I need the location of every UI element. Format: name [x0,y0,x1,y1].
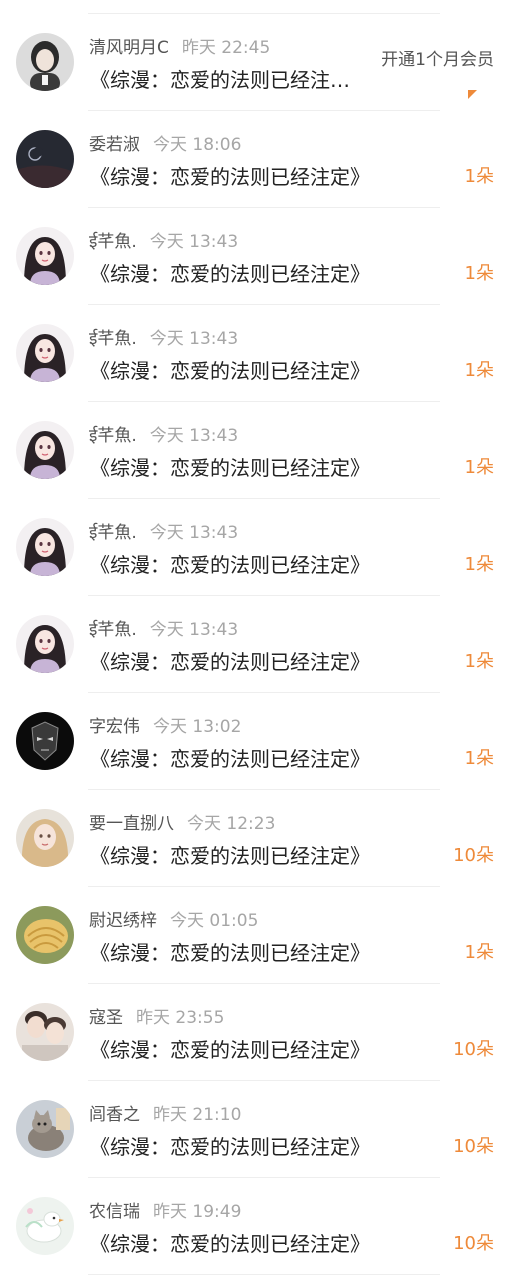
flower-count: 1朵 [464,457,494,478]
timestamp: 今天 13:43 [149,329,239,349]
timestamp: 昨天 21:10 [153,1105,242,1125]
record-meta: 寇圣 昨天 23:55 [89,1006,224,1030]
record-meta: 尉迟绣梓 今天 01:05 [89,909,258,933]
record-meta: ई芊魚. 今天 13:43 [89,230,238,254]
gift-record-row[interactable]: ई芊魚. 今天 13:43 《综漫：恋爱的法则已经注定》 1朵 [0,596,511,693]
flower-count: 1朵 [464,748,494,769]
record-meta: ई芊魚. 今天 13:43 [89,327,238,351]
user-avatar[interactable] [16,324,74,382]
gift-record-row[interactable]: ई芊魚. 今天 13:43 《综漫：恋爱的法则已经注定》 1朵 [0,499,511,596]
timestamp: 今天 13:43 [149,232,239,252]
book-title[interactable]: 《综漫：恋爱的法则已经注定》 [90,744,370,774]
record-meta: 闾香之 昨天 21:10 [89,1103,241,1127]
record-meta: ई芊魚. 今天 13:43 [89,424,238,448]
username[interactable]: ई芊魚. [89,329,137,349]
user-avatar[interactable] [16,518,74,576]
gift-record-row[interactable]: 尉迟绣梓 今天 01:05 《综漫：恋爱的法则已经注定》 1朵 [0,887,511,984]
timestamp: 昨天 23:55 [136,1008,225,1028]
flower-count: 1朵 [464,651,494,672]
user-avatar[interactable] [16,421,74,479]
book-title[interactable]: 《综漫：恋爱的法则已经注定》 [90,938,370,968]
book-title[interactable]: 《综漫：恋爱的法则已经注定》 [90,647,370,677]
timestamp: 昨天 19:49 [153,1202,242,1222]
flower-count: 10朵 [453,1233,494,1254]
record-meta: ई芊魚. 今天 13:43 [89,618,238,642]
gift-record-row[interactable]: ई芊魚. 今天 13:43 《综漫：恋爱的法则已经注定》 1朵 [0,305,511,402]
gift-record-row[interactable]: 字宏伟 今天 13:02 《综漫：恋爱的法则已经注定》 1朵 [0,693,511,790]
timestamp: 今天 01:05 [170,911,259,931]
timestamp: 今天 12:23 [187,814,276,834]
username[interactable]: ई芊魚. [89,426,137,446]
record-meta: 要一直捌八 今天 12:23 [89,812,275,836]
timestamp: 昨天 22:45 [181,38,271,58]
record-meta: 清风明月C 昨天 22:45 [89,36,270,60]
gift-record-row[interactable]: ई芊魚. 今天 13:43 《综漫：恋爱的法则已经注定》 1朵 [0,402,511,499]
username[interactable]: ई芊魚. [89,232,137,252]
timestamp: 今天 13:43 [149,426,239,446]
book-title[interactable]: 《综漫：恋爱的法则已经注… [90,65,375,95]
flower-count: 1朵 [464,554,494,575]
username[interactable]: 寇圣 [89,1008,123,1028]
username[interactable]: 委若淑 [89,135,140,155]
timestamp: 今天 18:06 [153,135,242,155]
record-meta: 农信瑞 昨天 19:49 [89,1200,241,1224]
user-avatar[interactable] [16,906,74,964]
record-meta: 委若淑 今天 18:06 [89,133,241,157]
flower-count: 1朵 [464,360,494,381]
user-avatar[interactable] [16,1100,74,1158]
gift-record-row[interactable]: 要一直捌八 今天 12:23 《综漫：恋爱的法则已经注定》 10朵 [0,790,511,887]
timestamp: 今天 13:43 [149,620,239,640]
book-title[interactable]: 《综漫：恋爱的法则已经注定》 [90,1035,370,1065]
flower-count: 1朵 [464,166,494,187]
book-title[interactable]: 《综漫：恋爱的法则已经注定》 [90,841,370,871]
flower-count: 10朵 [453,845,494,866]
username[interactable]: 尉迟绣梓 [89,911,157,931]
book-title[interactable]: 《综漫：恋爱的法则已经注定》 [90,162,370,192]
flower-count: 1朵 [464,942,494,963]
user-avatar[interactable] [16,615,74,673]
flower-count: 1朵 [464,263,494,284]
username[interactable]: ई芊魚. [89,620,137,640]
timestamp: 今天 13:02 [153,717,242,737]
gift-record-row[interactable]: 清风明月C 昨天 22:45 《综漫：恋爱的法则已经注… 开通1个月会员 [0,14,511,111]
book-title[interactable]: 《综漫：恋爱的法则已经注定》 [90,1229,370,1259]
flower-count: 10朵 [453,1136,494,1157]
flower-count: 10朵 [453,1039,494,1060]
user-avatar[interactable] [16,1197,74,1255]
user-avatar[interactable] [16,130,74,188]
user-avatar[interactable] [16,227,74,285]
gift-record-row[interactable]: 农信瑞 昨天 19:49 《综漫：恋爱的法则已经注定》 10朵 [0,1178,511,1275]
row-divider [88,1274,440,1275]
user-avatar[interactable] [16,33,74,91]
book-title[interactable]: 《综漫：恋爱的法则已经注定》 [90,1132,370,1162]
username[interactable]: 农信瑞 [89,1202,140,1222]
membership-promo-label: 开通1个月会员 [381,50,494,70]
record-meta: 字宏伟 今天 13:02 [89,715,241,739]
book-title[interactable]: 《综漫：恋爱的法则已经注定》 [90,259,370,289]
username[interactable]: 闾香之 [89,1105,140,1125]
gift-record-row[interactable]: 闾香之 昨天 21:10 《综漫：恋爱的法则已经注定》 10朵 [0,1081,511,1178]
username[interactable]: 字宏伟 [89,717,140,737]
gift-record-row[interactable]: 委若淑 今天 18:06 《综漫：恋爱的法则已经注定》 1朵 [0,111,511,208]
record-meta: ई芊魚. 今天 13:43 [89,521,238,545]
gift-record-row[interactable]: 寇圣 昨天 23:55 《综漫：恋爱的法则已经注定》 10朵 [0,984,511,1081]
username[interactable]: 清风明月C [89,38,169,58]
timestamp: 今天 13:43 [149,523,239,543]
username[interactable]: ई芊魚. [89,523,137,543]
username[interactable]: 要一直捌八 [89,814,174,834]
user-avatar[interactable] [16,712,74,770]
corner-mark-icon [468,84,477,99]
gift-record-row[interactable]: ई芊魚. 今天 13:43 《综漫：恋爱的法则已经注定》 1朵 [0,208,511,305]
book-title[interactable]: 《综漫：恋爱的法则已经注定》 [90,550,370,580]
user-avatar[interactable] [16,809,74,867]
user-avatar[interactable] [16,1003,74,1061]
book-title[interactable]: 《综漫：恋爱的法则已经注定》 [90,356,370,386]
gift-record-list: 清风明月C 昨天 22:45 《综漫：恋爱的法则已经注… 开通1个月会员 委若淑 今天 1… [0,0,511,1280]
book-title[interactable]: 《综漫：恋爱的法则已经注定》 [90,453,370,483]
